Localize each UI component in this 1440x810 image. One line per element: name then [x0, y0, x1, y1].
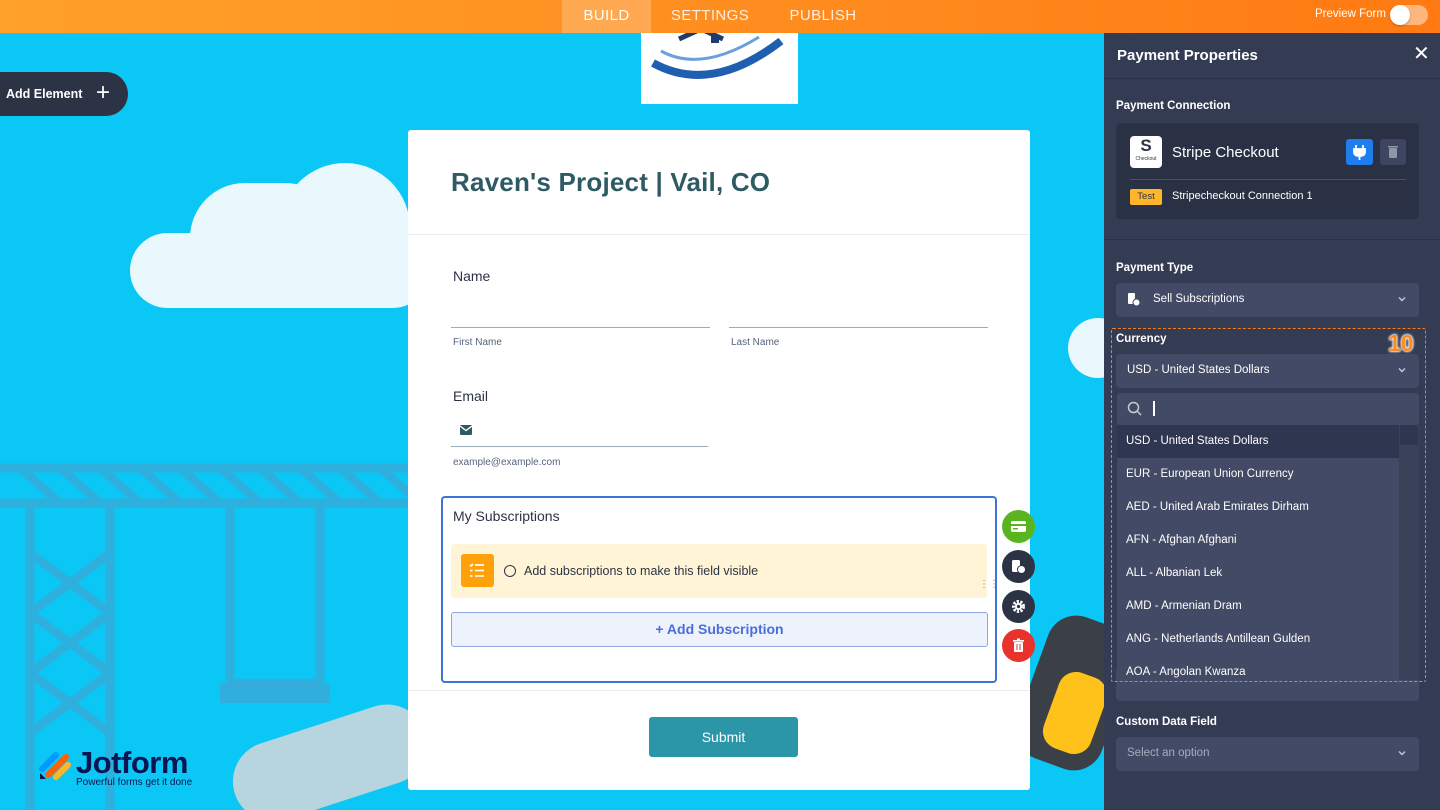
plus-icon: + [96, 79, 111, 106]
add-subscription-button[interactable]: + Add Subscription [451, 612, 988, 647]
subscriptions-field[interactable]: My Subscriptions Add subscriptions to ma… [441, 496, 999, 683]
last-name-sublabel: Last Name [731, 337, 780, 348]
coins-icon [1012, 560, 1026, 574]
connection-divider [1130, 179, 1406, 180]
tab-settings[interactable]: SETTINGS [660, 0, 760, 33]
first-name-sublabel: First Name [453, 337, 502, 348]
header-separator [408, 234, 1030, 235]
plug-icon[interactable] [1346, 139, 1373, 165]
name-field-label[interactable]: Name [453, 268, 490, 284]
custom-data-field-select[interactable]: Select an option [1116, 737, 1419, 771]
tab-build[interactable]: BUILD [562, 0, 651, 33]
trash-icon [1013, 638, 1024, 652]
subscriptions-label[interactable]: My Subscriptions [453, 508, 560, 524]
background-cloud [1068, 318, 1104, 378]
background-cloud [280, 163, 410, 293]
drag-handle-icon[interactable]: ⋮⋮ [979, 580, 999, 590]
jotform-wordmark: Jotform [76, 745, 188, 780]
chevron-down-icon [1398, 297, 1406, 302]
subscription-notice: Add subscriptions to make this field vis… [451, 544, 987, 598]
custom-data-field-label: Custom Data Field [1116, 716, 1217, 728]
first-name-input[interactable] [451, 298, 710, 328]
email-underline [451, 446, 708, 447]
add-element-button[interactable]: Add Element + [0, 72, 128, 116]
footer-separator [408, 690, 1030, 691]
preview-form-label: Preview Form [1315, 8, 1386, 20]
trash-icon[interactable] [1380, 139, 1406, 165]
list-icon [461, 554, 494, 587]
toggle-knob [1390, 5, 1410, 25]
email-input[interactable] [451, 418, 708, 446]
subscription-radio[interactable] [504, 565, 516, 577]
form-card: Raven's Project | Vail, CO Name First Na… [408, 130, 1030, 790]
email-field-label[interactable]: Email [453, 388, 488, 404]
chevron-down-icon [1398, 751, 1406, 756]
jotform-tagline: Powerful forms get it done [76, 777, 193, 788]
subscription-notice-text: Add subscriptions to make this field vis… [524, 564, 759, 578]
annotation-step-number: 10 [1388, 330, 1414, 356]
payment-type-value: Sell Subscriptions [1153, 293, 1245, 305]
payment-type-label: Payment Type [1116, 262, 1194, 274]
connection-name: Stripecheckout Connection 1 [1172, 190, 1313, 202]
payment-connection-card: S Checkout Stripe Checkout Test Stripech… [1116, 123, 1419, 219]
top-navigation-bar: BUILD SETTINGS PUBLISH Preview Form [0, 0, 1440, 33]
delete-field-button[interactable] [1002, 629, 1035, 662]
test-mode-badge: Test [1130, 189, 1162, 205]
payment-properties-button[interactable] [1002, 510, 1035, 543]
close-icon[interactable]: ✕ [1413, 44, 1430, 64]
section-divider [1104, 239, 1440, 240]
credit-card-icon [1011, 521, 1026, 532]
add-element-label: Add Element [6, 87, 83, 101]
stripe-checkout-icon: S Checkout [1130, 136, 1162, 168]
tab-publish[interactable]: PUBLISH [780, 0, 866, 33]
settings-button[interactable] [1002, 590, 1035, 623]
product-list-button[interactable] [1002, 550, 1035, 583]
last-name-underline [729, 327, 988, 328]
form-title[interactable]: Raven's Project | Vail, CO [451, 167, 770, 198]
last-name-input[interactable] [729, 298, 988, 328]
payment-type-select[interactable]: Sell Subscriptions [1116, 283, 1419, 317]
annotation-highlight-box [1111, 328, 1426, 682]
panel-header: Payment Properties ✕ [1104, 33, 1440, 79]
submit-button[interactable]: Submit [649, 717, 798, 757]
company-logo-icon [651, 33, 784, 79]
panel-title: Payment Properties [1117, 47, 1258, 64]
payment-connection-label: Payment Connection [1116, 100, 1231, 112]
subscription-icon [1128, 293, 1141, 307]
preview-form-toggle[interactable] [1390, 5, 1428, 25]
jotform-logo-icon [39, 752, 71, 780]
gear-icon [1012, 600, 1025, 613]
custom-data-placeholder: Select an option [1127, 747, 1210, 759]
first-name-underline [451, 327, 710, 328]
email-sublabel: example@example.com [453, 457, 561, 468]
gateway-name: Stripe Checkout [1172, 144, 1279, 161]
form-logo [641, 33, 798, 104]
